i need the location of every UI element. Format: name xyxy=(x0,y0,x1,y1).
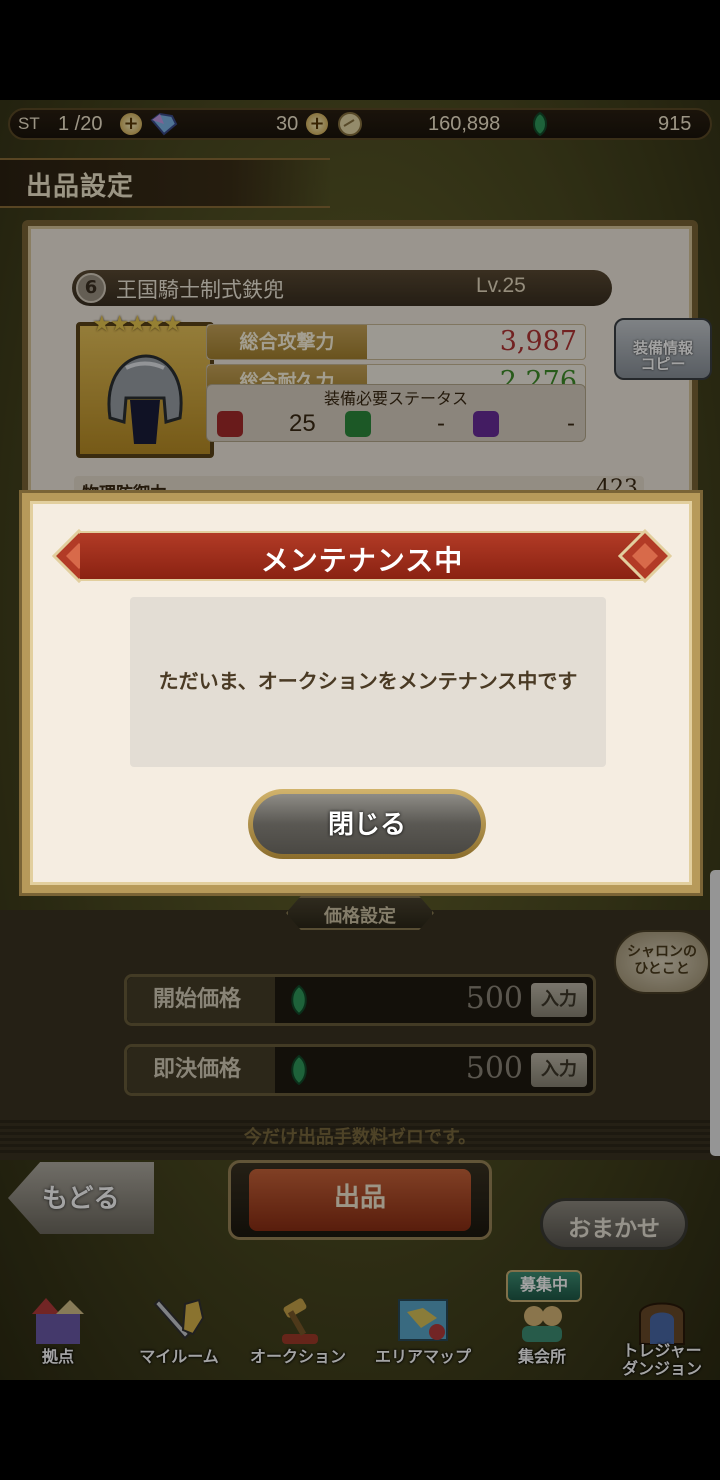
close-button-face: 閉じる xyxy=(253,794,481,854)
ornament-right-icon xyxy=(618,529,672,583)
dialog-message-box: ただいま、オークションをメンテナンス中です xyxy=(130,597,606,767)
dialog-title-bar: メンテナンス中 xyxy=(80,531,644,581)
maintenance-dialog: メンテナンス中 ただいま、オークションをメンテナンス中です 閉じる xyxy=(22,493,700,893)
close-button-label: 閉じる xyxy=(327,810,406,840)
dialog-message: ただいま、オークションをメンテナンス中です xyxy=(158,669,578,693)
game-screen: ST 1 /20 + 30 + 160,898 915 出品設定 6 王国騎士制… xyxy=(0,100,720,1380)
close-button[interactable]: 閉じる xyxy=(248,789,486,859)
dialog-title: メンテナンス中 xyxy=(260,544,464,577)
